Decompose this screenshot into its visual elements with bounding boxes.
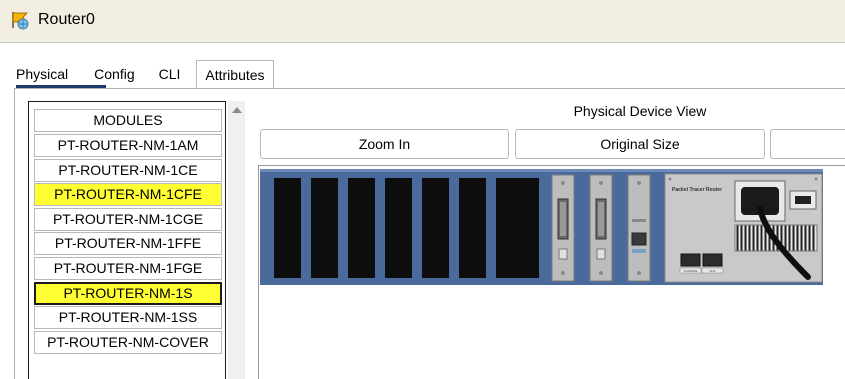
original-size-button[interactable]: Original Size [515,129,765,159]
console-label: CONSOLE [684,269,698,273]
installed-module-serial-2[interactable] [589,174,613,282]
device-view-area: Packet Tracer Router CONSOLE AUX [258,165,845,379]
module-item[interactable]: PT-ROUTER-NM-COVER [34,330,222,354]
content-top-border [14,88,845,89]
module-item[interactable]: PT-ROUTER-NM-1FFE [34,232,222,256]
tab-config[interactable]: Config [94,60,134,88]
title-bar: Router0 [0,0,845,42]
module-item[interactable]: PT-ROUTER-NM-1FGE [34,257,222,280]
module-item[interactable]: PT-ROUTER-NM-1S [34,281,222,305]
modules-scrollbar[interactable] [228,101,245,379]
tab-bar: Physical Config CLI Attributes [14,60,288,88]
tab-physical[interactable]: Physical [16,60,68,88]
router-chassis: Packet Tracer Router CONSOLE AUX [260,169,823,285]
zoom-in-button[interactable]: Zoom In [260,129,509,159]
installed-module-serial-1[interactable] [551,174,575,282]
module-item[interactable]: PT-ROUTER-NM-1SS [34,306,222,330]
module-item[interactable]: PT-ROUTER-NM-1CGE [34,207,222,231]
module-item[interactable]: PT-ROUTER-NM-1CE [34,158,222,182]
router-app-icon [12,12,29,30]
empty-slots [274,178,539,278]
module-item[interactable]: PT-ROUTER-NM-1AM [34,134,222,157]
tab-cli[interactable]: CLI [159,60,181,88]
window-title: Router0 [38,11,95,28]
modules-header: MODULES [34,109,222,132]
modules-list: MODULES PT-ROUTER-NM-1AM PT-ROUTER-NM-1CE… [28,101,226,379]
power-section: Packet Tracer Router CONSOLE AUX [664,173,823,283]
tab-attributes[interactable]: Attributes [196,60,274,88]
installed-module-ethernet[interactable] [627,174,651,282]
zoom-out-button[interactable] [770,129,845,159]
aux-label: AUX [710,269,716,273]
scroll-up-arrow-icon[interactable] [228,101,245,118]
brand-label: Packet Tracer Router [672,187,722,193]
content-left-border [14,88,15,379]
title-separator [0,42,845,43]
physical-device-view-title: Physical Device View [573,103,707,119]
module-item[interactable]: PT-ROUTER-NM-1CFE [34,183,222,207]
